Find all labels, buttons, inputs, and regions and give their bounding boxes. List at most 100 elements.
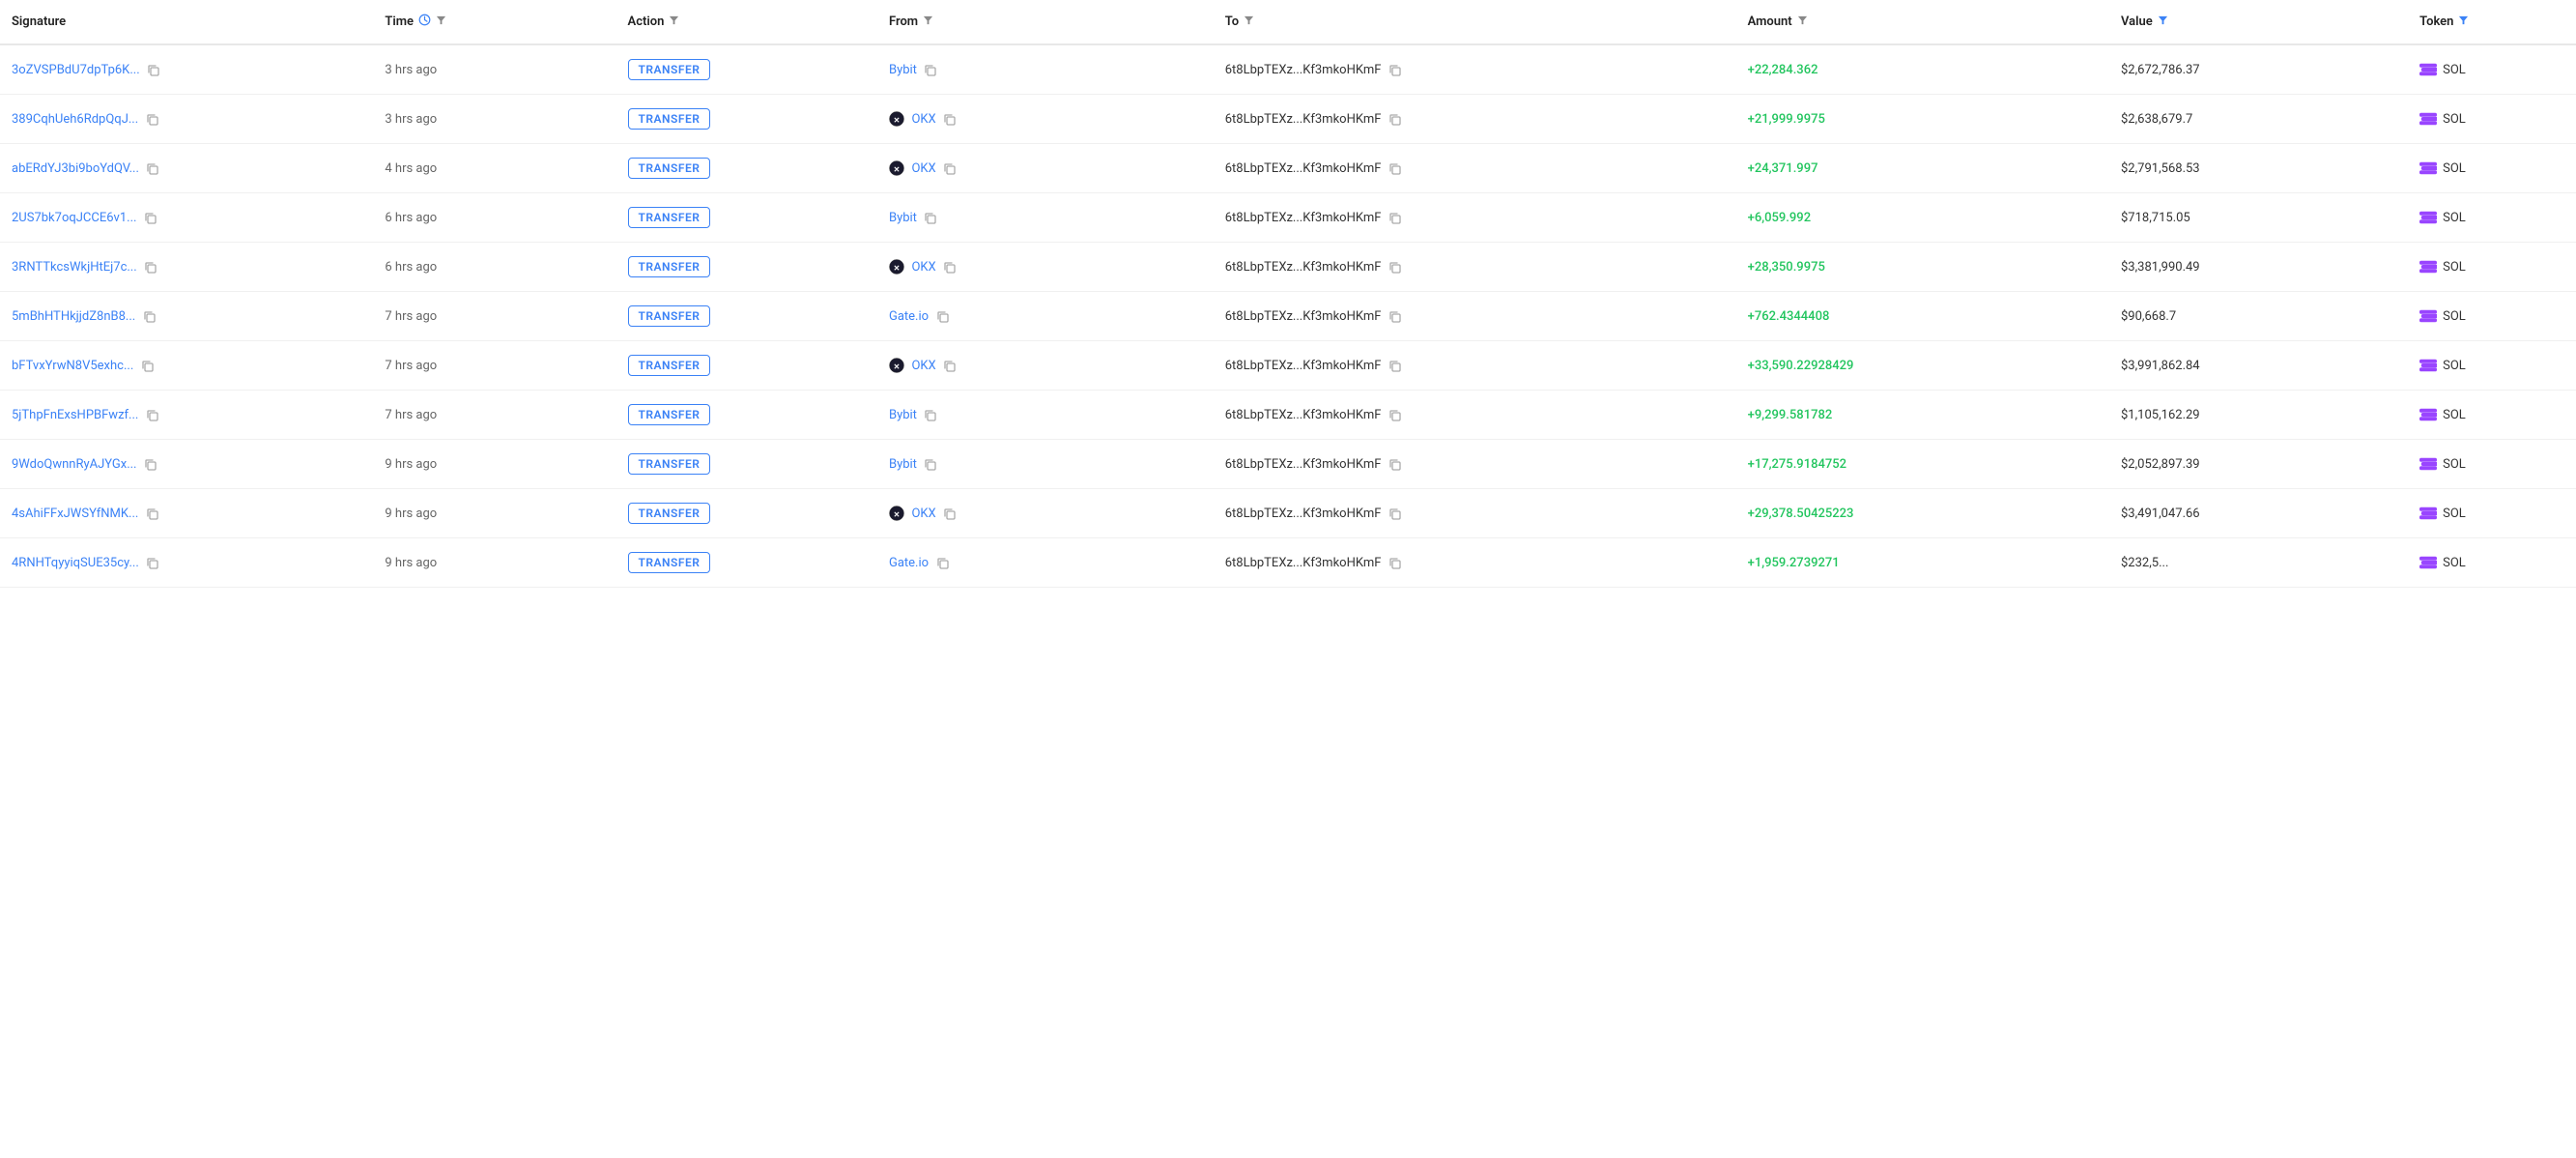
copy-signature-icon[interactable]	[146, 409, 158, 421]
copy-from-icon[interactable]	[924, 212, 936, 224]
from-link[interactable]: OKX	[911, 359, 935, 373]
copy-signature-icon[interactable]	[144, 458, 157, 471]
copy-from-icon[interactable]	[943, 507, 956, 520]
col-header-from[interactable]: From	[877, 0, 1214, 44]
table-row: 5jThpFnExsHPBFwzf... 7 hrs agoTRANSFER B…	[0, 391, 2576, 440]
copy-to-icon[interactable]	[1388, 261, 1401, 274]
time-cell: 3 hrs ago	[373, 44, 615, 95]
signature-link[interactable]: bFTvxYrwN8V5exhc...	[12, 359, 133, 373]
from-link[interactable]: OKX	[911, 260, 935, 275]
copy-from-icon[interactable]	[936, 557, 949, 569]
copy-from-icon[interactable]	[943, 162, 956, 175]
sol-token-icon	[2419, 161, 2437, 175]
from-link[interactable]: Bybit	[889, 457, 917, 472]
copy-to-icon[interactable]	[1388, 64, 1401, 76]
from-link[interactable]: Gate.io	[889, 556, 929, 570]
action-filter-icon[interactable]	[669, 14, 679, 29]
transfer-badge[interactable]: TRANSFER	[628, 158, 711, 179]
col-header-action[interactable]: Action	[616, 0, 877, 44]
copy-signature-icon[interactable]	[147, 64, 159, 76]
value-filter-icon[interactable]	[2158, 14, 2168, 29]
transfer-badge[interactable]: TRANSFER	[628, 207, 711, 228]
from-cell: Bybit	[877, 391, 1214, 440]
amount-cell: +17,275.9184752	[1736, 440, 2109, 489]
signature-link[interactable]: 5jThpFnExsHPBFwzf...	[12, 408, 138, 422]
from-cell: Gate.io	[877, 538, 1214, 588]
copy-from-icon[interactable]	[943, 113, 956, 126]
copy-signature-icon[interactable]	[144, 212, 157, 224]
copy-to-icon[interactable]	[1388, 310, 1401, 323]
transfer-badge[interactable]: TRANSFER	[628, 108, 711, 130]
transfer-badge[interactable]: TRANSFER	[628, 355, 711, 376]
from-link[interactable]: Bybit	[889, 63, 917, 77]
signature-link[interactable]: 5mBhHTHkjjdZ8nB8...	[12, 309, 135, 324]
time-cell: 6 hrs ago	[373, 243, 615, 292]
from-link[interactable]: OKX	[911, 112, 935, 127]
from-link[interactable]: OKX	[911, 507, 935, 521]
copy-signature-icon[interactable]	[144, 261, 157, 274]
copy-to-icon[interactable]	[1388, 162, 1401, 175]
table-row: 9WdoQwnnRyAJYGx... 9 hrs agoTRANSFER Byb…	[0, 440, 2576, 489]
transfer-badge[interactable]: TRANSFER	[628, 256, 711, 277]
exchange-icon: ✕	[889, 259, 904, 275]
transfer-badge[interactable]: TRANSFER	[628, 59, 711, 80]
signature-link[interactable]: 9WdoQwnnRyAJYGx...	[12, 457, 137, 472]
token-cell: SOL	[2408, 391, 2576, 440]
copy-to-icon[interactable]	[1388, 409, 1401, 421]
copy-from-icon[interactable]	[924, 64, 936, 76]
amount-filter-icon[interactable]	[1797, 14, 1808, 29]
from-filter-icon[interactable]	[923, 14, 933, 29]
copy-from-icon[interactable]	[943, 261, 956, 274]
transfer-badge[interactable]: TRANSFER	[628, 453, 711, 475]
to-address: 6t8LbpTEXz...Kf3mkoHKmF	[1225, 211, 1382, 225]
copy-from-icon[interactable]	[936, 310, 949, 323]
signature-link[interactable]: 389CqhUeh6RdpQqJ...	[12, 112, 138, 127]
col-header-to[interactable]: To	[1214, 0, 1736, 44]
signature-link[interactable]: 4RNHTqyyiqSUE35cy...	[12, 556, 139, 570]
signature-cell: 389CqhUeh6RdpQqJ...	[0, 95, 373, 144]
copy-to-icon[interactable]	[1388, 557, 1401, 569]
signature-link[interactable]: 4sAhiFFxJWSYfNMK...	[12, 507, 138, 521]
col-header-amount[interactable]: Amount	[1736, 0, 2109, 44]
transfer-badge[interactable]: TRANSFER	[628, 552, 711, 573]
copy-signature-icon[interactable]	[143, 310, 156, 323]
table-row: 2US7bk7oqJCCE6v1... 6 hrs agoTRANSFER By…	[0, 193, 2576, 243]
copy-to-icon[interactable]	[1388, 360, 1401, 372]
signature-link[interactable]: 3oZVSPBdU7dpTp6K...	[12, 63, 140, 77]
copy-signature-icon[interactable]	[146, 162, 158, 175]
copy-to-icon[interactable]	[1388, 113, 1401, 126]
col-header-time[interactable]: Time	[373, 0, 615, 44]
value-amount: $1,105,162.29	[2121, 408, 2200, 422]
col-header-token[interactable]: Token	[2408, 0, 2576, 44]
copy-signature-icon[interactable]	[146, 113, 158, 126]
time-filter-icon[interactable]	[436, 14, 446, 29]
signature-link[interactable]: abERdYJ3bi9boYdQV...	[12, 161, 139, 176]
transfer-badge[interactable]: TRANSFER	[628, 404, 711, 425]
copy-signature-icon[interactable]	[141, 360, 154, 372]
signature-link[interactable]: 3RNTTkcsWkjHtEj7c...	[12, 260, 137, 275]
copy-from-icon[interactable]	[943, 360, 956, 372]
copy-signature-icon[interactable]	[146, 557, 158, 569]
to-filter-icon[interactable]	[1244, 14, 1254, 29]
copy-signature-icon[interactable]	[146, 507, 158, 520]
copy-from-icon[interactable]	[924, 409, 936, 421]
col-header-value[interactable]: Value	[2109, 0, 2408, 44]
action-cell: TRANSFER	[616, 44, 877, 95]
signature-cell: 4sAhiFFxJWSYfNMK...	[0, 489, 373, 538]
from-link[interactable]: Gate.io	[889, 309, 929, 324]
copy-to-icon[interactable]	[1388, 458, 1401, 471]
clock-icon[interactable]	[418, 14, 431, 30]
value-cell: $90,668.7	[2109, 292, 2408, 341]
transfer-badge[interactable]: TRANSFER	[628, 503, 711, 524]
transfer-badge[interactable]: TRANSFER	[628, 305, 711, 327]
signature-link[interactable]: 2US7bk7oqJCCE6v1...	[12, 211, 136, 225]
from-link[interactable]: Bybit	[889, 408, 917, 422]
copy-to-icon[interactable]	[1388, 507, 1401, 520]
from-link[interactable]: Bybit	[889, 211, 917, 225]
from-link[interactable]: OKX	[911, 161, 935, 176]
copy-to-icon[interactable]	[1388, 212, 1401, 224]
from-cell: Gate.io	[877, 292, 1214, 341]
value-cell: $232,5...	[2109, 538, 2408, 588]
token-filter-icon[interactable]	[2458, 14, 2469, 29]
copy-from-icon[interactable]	[924, 458, 936, 471]
